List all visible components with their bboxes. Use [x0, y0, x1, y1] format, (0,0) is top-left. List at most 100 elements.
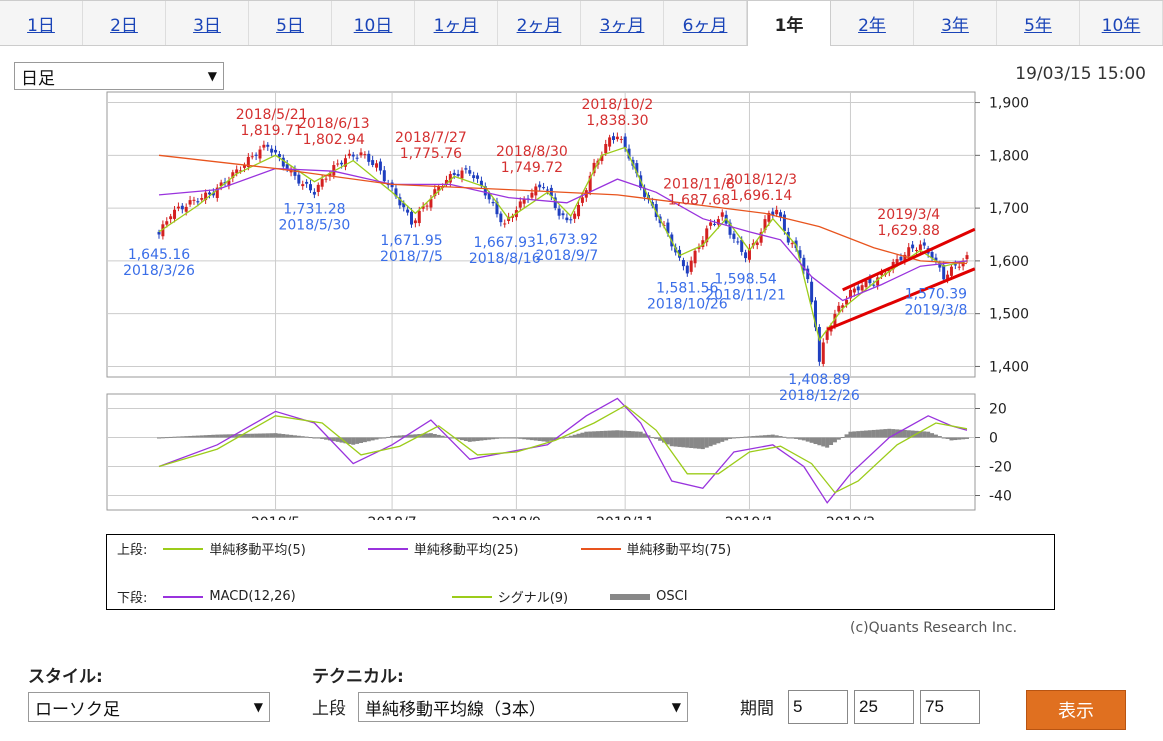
- x-tick-label: 2018/11: [596, 515, 654, 520]
- osci-bar: [704, 437, 709, 448]
- osci-bar: [790, 437, 795, 439]
- tab-11[interactable]: 2年: [831, 1, 914, 45]
- tab-5[interactable]: 10日: [332, 1, 415, 45]
- annotation-low-value: 1,667.93: [474, 235, 536, 251]
- osci-bar: [926, 431, 931, 438]
- tab-13[interactable]: 5年: [997, 1, 1080, 45]
- osci-bar: [168, 436, 173, 438]
- tab-6[interactable]: 1ヶ月: [415, 1, 498, 45]
- tab-8[interactable]: 3ヶ月: [581, 1, 664, 45]
- technical-select[interactable]: 単純移動平均線（3本） ▼: [358, 692, 688, 722]
- candle-body: [573, 213, 577, 219]
- tab-12[interactable]: 3年: [914, 1, 997, 45]
- annotation-high-date: 2019/3/4: [877, 207, 940, 223]
- osci-bar: [634, 431, 639, 438]
- candle-body: [176, 206, 180, 209]
- osci-bar: [778, 436, 783, 438]
- osci-bar: [261, 433, 266, 438]
- candle-body: [623, 136, 627, 149]
- osci-bar: [471, 437, 476, 442]
- osci-bar: [514, 437, 519, 439]
- annotation-low-date: 2019/3/8: [904, 303, 967, 319]
- candle-body: [922, 242, 926, 246]
- candle-body: [565, 217, 569, 221]
- candle-body: [200, 198, 204, 200]
- osci-bar: [207, 434, 212, 438]
- tab-3[interactable]: 3日: [166, 1, 249, 45]
- upper-ytick-label: 1,700: [989, 201, 1029, 217]
- show-button[interactable]: 表示: [1026, 690, 1126, 730]
- annotation-low-value: 1,731.28: [283, 202, 345, 218]
- candle-body: [810, 281, 814, 303]
- osci-bar: [689, 437, 694, 449]
- legend-ma25-swatch: [367, 547, 408, 550]
- osci-bar: [203, 435, 208, 438]
- osci-bar: [195, 435, 200, 438]
- tab-4[interactable]: 5日: [249, 1, 332, 45]
- candle-body: [378, 161, 382, 171]
- period-input-3[interactable]: [920, 690, 980, 724]
- candle-body: [281, 157, 285, 167]
- candle-body: [157, 231, 161, 235]
- osci-bar: [599, 430, 604, 438]
- candle-interval-select[interactable]: 日足 ▼: [14, 62, 224, 90]
- osci-bar: [366, 437, 371, 442]
- candle-body: [382, 170, 386, 182]
- osci-bar: [879, 429, 884, 438]
- candle-body: [184, 206, 188, 212]
- osci-bar: [460, 437, 464, 441]
- tab-7[interactable]: 2ヶ月: [498, 1, 581, 45]
- osci-bar: [965, 437, 969, 439]
- candle-body: [425, 205, 429, 207]
- candle-body: [689, 260, 693, 272]
- osci-bar: [277, 433, 282, 438]
- osci-bar: [316, 437, 321, 439]
- tab-9[interactable]: 6ヶ月: [664, 1, 747, 45]
- candle-body: [899, 256, 903, 261]
- osci-bar: [409, 434, 414, 438]
- stock-chart: 1,900 1,800 1,700 1,600 1,500 1,400 20 0 -20 -40 2…: [106, 91, 1029, 520]
- candle-body: [736, 241, 740, 243]
- x-tick-label: 2018/9: [492, 515, 541, 520]
- chevron-down-icon: ▼: [253, 700, 263, 714]
- chart-style-value: ローソク足: [35, 699, 120, 720]
- legend-signal-swatch: [451, 595, 492, 598]
- osci-bar: [763, 435, 767, 438]
- candle-body: [744, 252, 748, 259]
- candle-body: [274, 149, 278, 153]
- osci-bar: [731, 437, 736, 439]
- period-input-2[interactable]: [854, 690, 914, 724]
- candle-body: [180, 205, 184, 210]
- osci-bar: [506, 437, 511, 439]
- chart-style-select[interactable]: ローソク足 ▼: [28, 692, 270, 722]
- tab-14[interactable]: 10年: [1080, 1, 1163, 45]
- period-input-1[interactable]: [788, 690, 848, 724]
- chevron-down-icon: ▼: [671, 700, 681, 714]
- osci-bar: [961, 437, 966, 440]
- osci-bar: [953, 437, 958, 441]
- osci-bar: [510, 437, 515, 439]
- osci-bar: [627, 430, 632, 438]
- osci-bar: [759, 435, 764, 438]
- candle-body: [320, 179, 324, 187]
- osci-bar: [603, 430, 608, 438]
- tab-1[interactable]: 1日: [0, 1, 83, 45]
- tab-2[interactable]: 2日: [83, 1, 166, 45]
- technical-value: 単純移動平均線（3本）: [365, 699, 546, 720]
- legend-ma75-label: 単純移動平均(75): [626, 543, 732, 558]
- osci-bar: [580, 432, 585, 438]
- candle-body: [208, 192, 211, 195]
- osci-bar: [518, 437, 523, 439]
- tab-10[interactable]: 1年: [747, 1, 831, 46]
- osci-bar: [681, 437, 686, 448]
- candle-body: [355, 157, 359, 159]
- osci-bar: [308, 437, 313, 439]
- osci-bar: [852, 431, 857, 438]
- osci-bar: [498, 437, 503, 439]
- annotation-low-date: 2018/12/26: [779, 388, 860, 404]
- candle-body: [270, 148, 274, 153]
- candle-body: [468, 170, 472, 174]
- osci-bar: [595, 431, 600, 438]
- osci-bar: [440, 435, 445, 438]
- candle-body: [821, 342, 825, 364]
